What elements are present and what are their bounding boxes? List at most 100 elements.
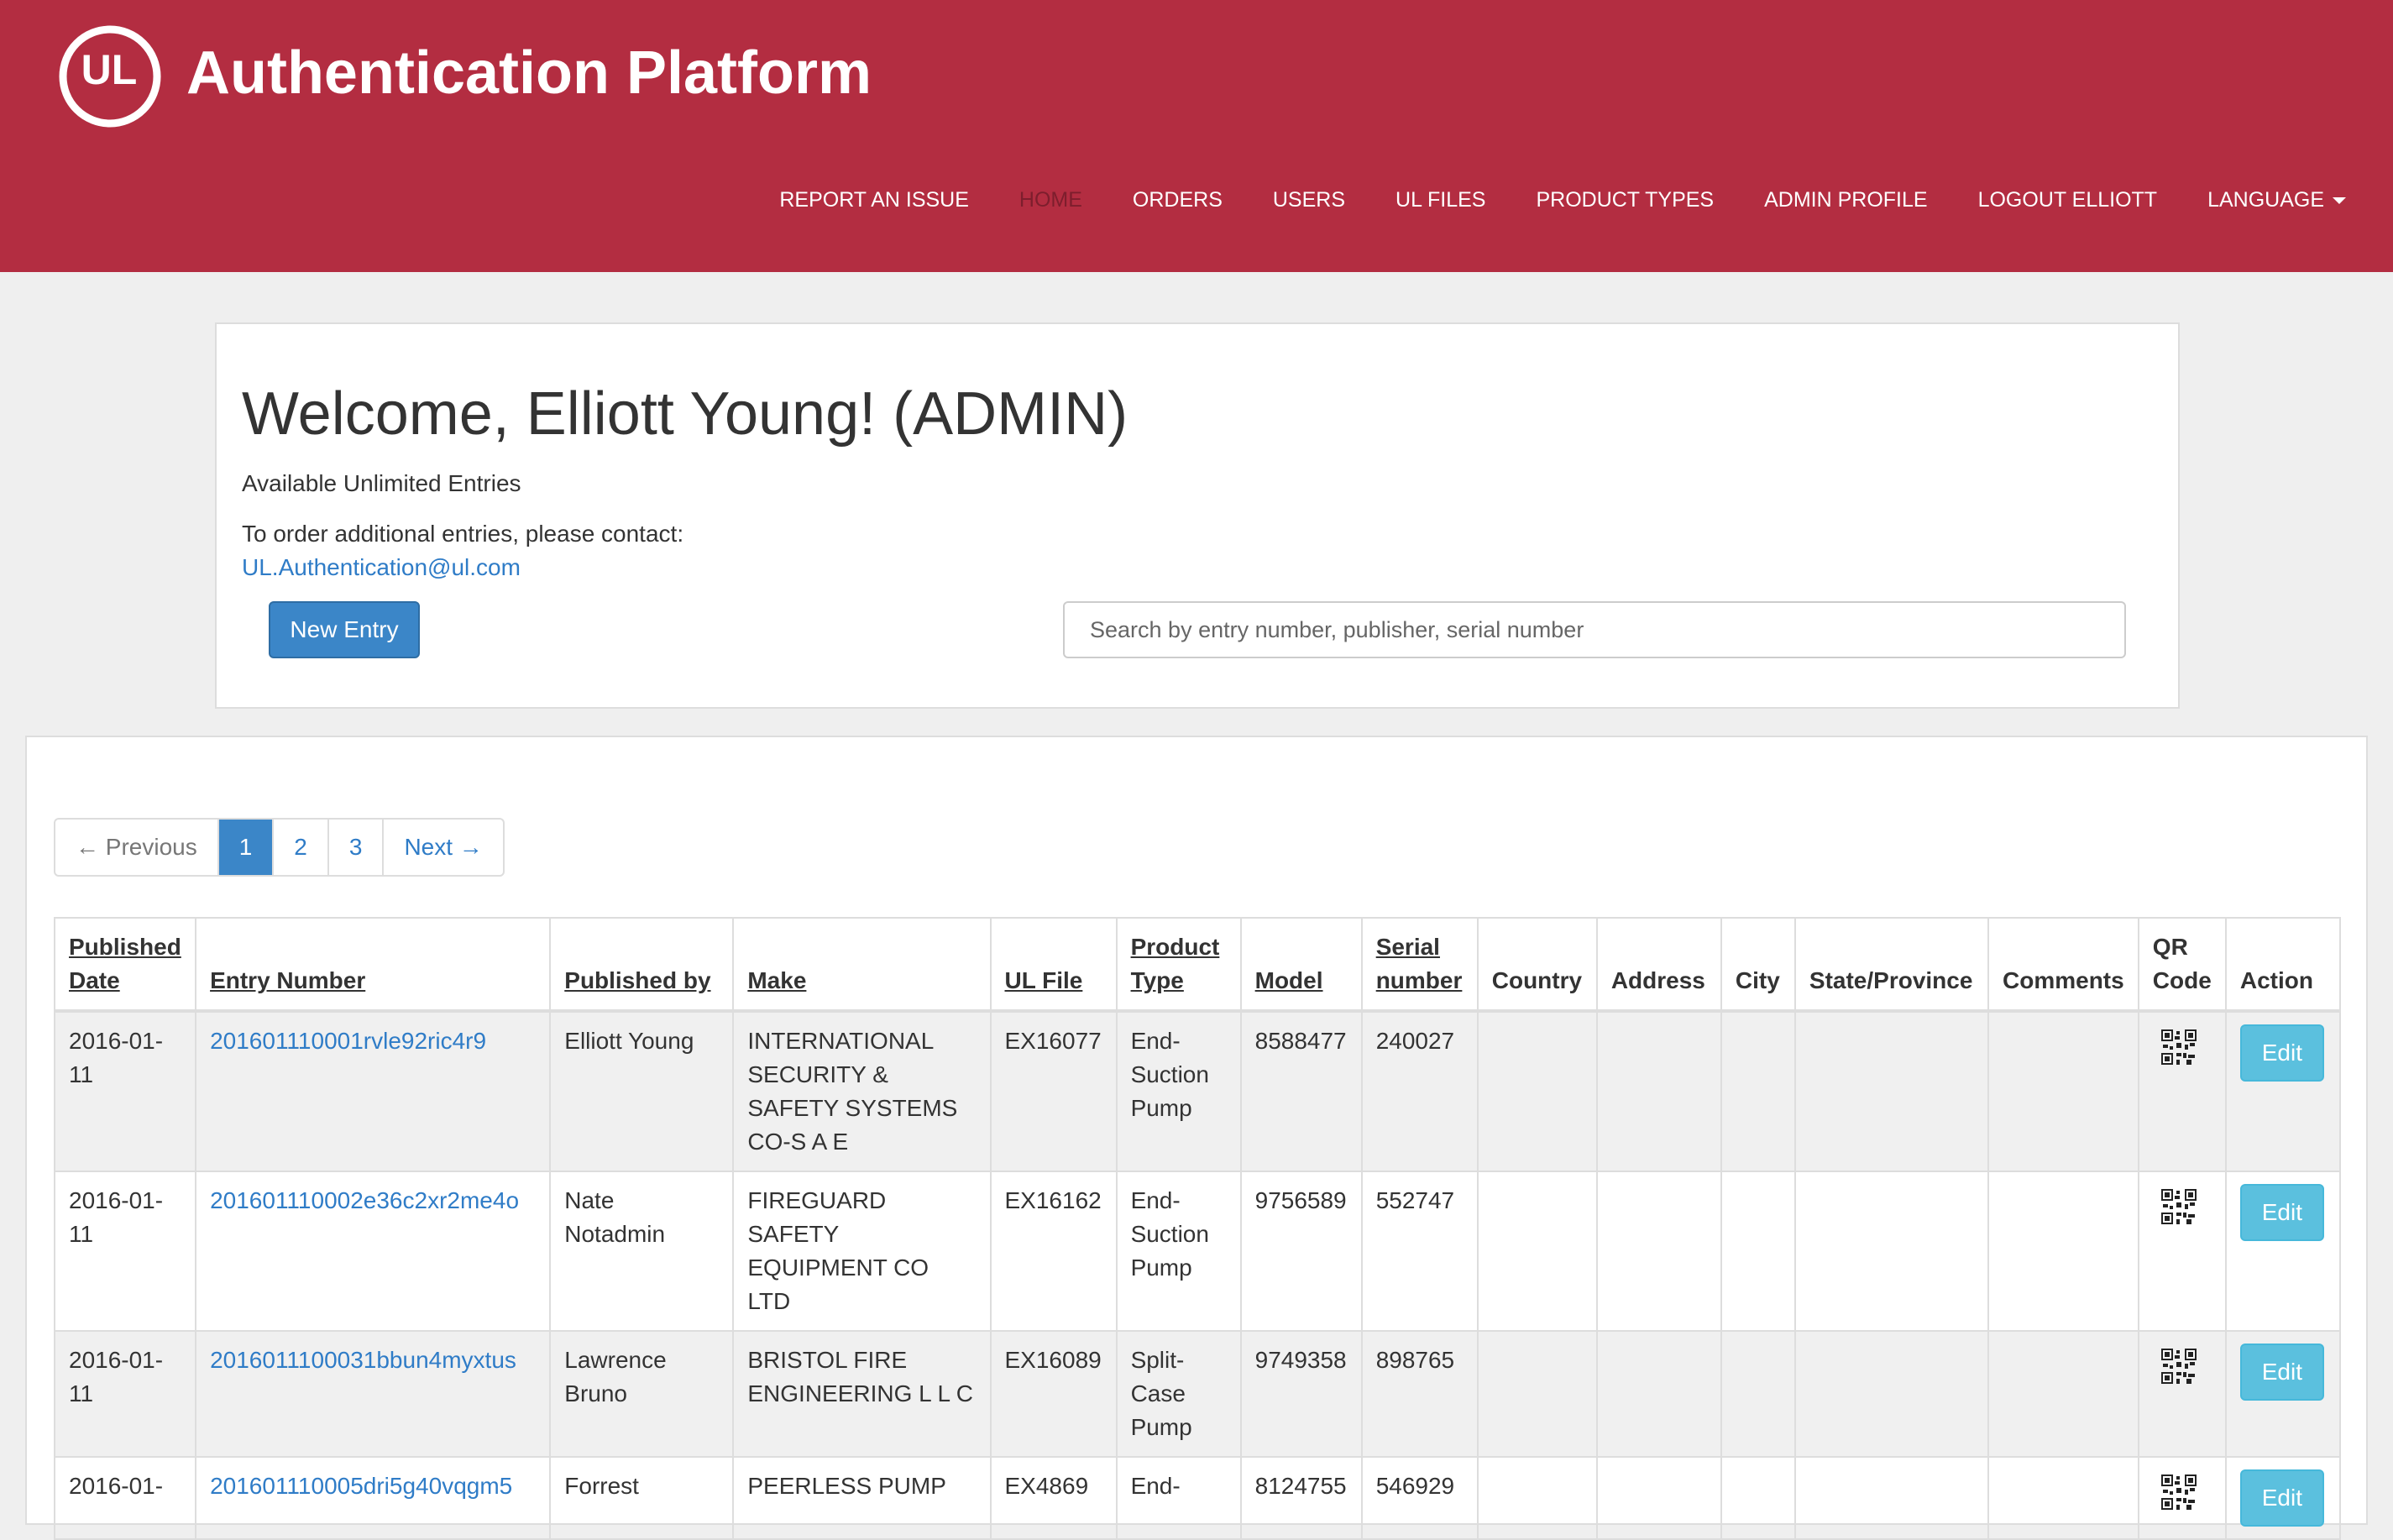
cell-action: Edit	[2224, 1171, 2342, 1332]
nav-item-report-an-issue[interactable]: REPORT AN ISSUE	[779, 188, 969, 212]
cell-country	[1476, 1171, 1598, 1332]
ul-logo-icon[interactable]: UL	[59, 25, 161, 128]
nav-item-users[interactable]: USERS	[1273, 188, 1345, 212]
qr-code-icon[interactable]	[2160, 1475, 2197, 1510]
cell-city	[1720, 1010, 1796, 1172]
edit-button[interactable]: Edit	[2239, 1024, 2324, 1082]
cell-published-by: Lawrence Bruno	[549, 1330, 735, 1458]
edit-button[interactable]: Edit	[2239, 1184, 2324, 1241]
column-header-serial-number[interactable]: Serial number	[1360, 917, 1479, 1013]
column-header-published-date[interactable]: Published Date	[53, 917, 197, 1013]
column-header-entry-number[interactable]: Entry Number	[195, 917, 552, 1013]
entry-number-link[interactable]: 201601110002e36c2xr2me4o	[210, 1187, 519, 1213]
column-header-label: Comments	[2003, 967, 2124, 993]
column-header-make[interactable]: Make	[732, 917, 992, 1013]
cell-ul-file: EX16077	[989, 1010, 1118, 1172]
cell-serial-number: 546929	[1360, 1456, 1479, 1540]
cell-make: PEERLESS PUMP	[732, 1456, 992, 1540]
cell-entry-number: 201601110002e36c2xr2me4o	[195, 1171, 552, 1332]
nav-item-label: USERS	[1272, 188, 1346, 212]
entry-number-link[interactable]: 2016011100031bbun4myxtus	[210, 1347, 516, 1373]
column-header-state-province: State/Province	[1793, 917, 1990, 1013]
page-3-button[interactable]: 3	[327, 820, 383, 875]
cell-action: Edit	[2224, 1456, 2342, 1540]
welcome-panel: Welcome, Elliott Young! (ADMIN) Availabl…	[215, 322, 2180, 709]
cell-entry-number: 201601110001rvle92ric4r9	[195, 1010, 552, 1172]
entries-panel: ← Previous 1 2 3 Next → Published Date En…	[25, 736, 2368, 1540]
entry-number-link[interactable]: 201601110001rvle92ric4r9	[210, 1028, 486, 1054]
column-header-label: Address	[1610, 967, 1705, 993]
cell-model: 9749358	[1239, 1330, 1363, 1458]
cell-published-by: Nate Notadmin	[549, 1171, 735, 1332]
column-header-label: Model	[1254, 967, 1323, 993]
cell-model: 9756589	[1239, 1171, 1363, 1332]
qr-code-icon[interactable]	[2160, 1189, 2197, 1224]
column-header-product-type[interactable]: Product Type	[1115, 917, 1242, 1013]
nav-item-admin-profile[interactable]: ADMIN PROFILE	[1764, 188, 1927, 212]
nav-item-logout-elliott[interactable]: LOGOUT ELLIOTT	[1978, 188, 2157, 212]
top-header: UL Authentication Platform REPORT AN ISS…	[0, 0, 2393, 272]
nav-item-language[interactable]: LANGUAGE	[2207, 188, 2346, 212]
cell-action: Edit	[2224, 1330, 2342, 1458]
contact-email-link[interactable]: UL.Authentication@ul.com	[242, 554, 521, 581]
cell-entry-number: 2016011100031bbun4myxtus	[195, 1330, 552, 1458]
cell-qr-code	[2137, 1330, 2227, 1458]
entry-number-link[interactable]: 201601110005dri5g40vqgm5	[210, 1473, 512, 1499]
column-header-label: Published Date	[69, 934, 181, 993]
contact-text: To order additional entries, please cont…	[242, 521, 684, 547]
cell-country	[1476, 1010, 1598, 1172]
cell-address	[1595, 1171, 1722, 1332]
cell-comments	[1987, 1010, 2139, 1172]
new-entry-button[interactable]: New Entry	[269, 601, 420, 658]
nav-item-label: HOME	[1018, 188, 1082, 212]
cell-qr-code	[2137, 1456, 2227, 1540]
column-header-published-by[interactable]: Published by	[549, 917, 735, 1013]
cell-city	[1720, 1456, 1796, 1540]
nav-item-ul-files[interactable]: UL FILES	[1395, 188, 1485, 212]
cell-product-type: Split-Case Pump	[1115, 1330, 1242, 1458]
column-header-label: Make	[747, 967, 807, 993]
cell-serial-number: 898765	[1360, 1330, 1479, 1458]
column-header-label: Published by	[564, 967, 711, 993]
cell-state	[1793, 1171, 1990, 1332]
edit-button[interactable]: Edit	[2239, 1469, 2324, 1527]
search-input[interactable]	[1063, 601, 2126, 658]
nav-item-label: PRODUCT TYPES	[1536, 188, 1715, 212]
nav-item-label: LOGOUT ELLIOTT	[1977, 188, 2158, 212]
page-1-button[interactable]: 1	[217, 820, 273, 875]
cell-entry-number: 201601110005dri5g40vqgm5	[195, 1456, 552, 1540]
cell-comments	[1987, 1330, 2139, 1458]
entries-table: Published Date Entry Number Published by Ma…	[53, 917, 2342, 1540]
cell-published-by: Elliott Young	[549, 1010, 735, 1172]
column-header-label: Action	[2239, 967, 2313, 993]
next-page-button[interactable]: Next →	[382, 820, 502, 875]
nav-item-product-types[interactable]: PRODUCT TYPES	[1536, 188, 1714, 212]
column-header-city: City	[1720, 917, 1796, 1013]
cell-address	[1595, 1010, 1722, 1172]
qr-code-icon[interactable]	[2160, 1029, 2197, 1065]
previous-page-button[interactable]: ← Previous	[55, 820, 217, 875]
app-title[interactable]: Authentication Platform	[186, 39, 872, 107]
table-row: 2016-01-11 2016011100031bbun4myxtus Lawren…	[53, 1330, 2342, 1458]
column-header-ul-file[interactable]: UL File	[989, 917, 1118, 1013]
cell-product-type: End-	[1115, 1456, 1242, 1540]
table-header-row: Published Date Entry Number Published by Ma…	[53, 917, 2342, 1013]
cell-model: 8124755	[1239, 1456, 1363, 1540]
page-2-button[interactable]: 2	[272, 820, 327, 875]
cell-country	[1476, 1456, 1598, 1540]
column-header-model[interactable]: Model	[1239, 917, 1363, 1013]
cell-state	[1793, 1010, 1990, 1172]
table-row: 2016-01-11 201601110002e36c2xr2me4o Nate N…	[53, 1171, 2342, 1332]
welcome-heading: Welcome, Elliott Young! (ADMIN)	[242, 380, 1128, 448]
nav-item-label: REPORT AN ISSUE	[779, 188, 969, 212]
cell-make: BRISTOL FIRE ENGINEERING L L C	[732, 1330, 992, 1458]
available-entries-text: Available Unlimited Entries	[242, 470, 521, 496]
cell-state	[1793, 1330, 1990, 1458]
qr-code-icon[interactable]	[2160, 1349, 2197, 1384]
edit-button[interactable]: Edit	[2239, 1344, 2324, 1401]
column-header-comments: Comments	[1987, 917, 2139, 1013]
nav-item-home[interactable]: HOME	[1019, 188, 1082, 212]
nav-item-orders[interactable]: ORDERS	[1133, 188, 1223, 212]
cell-ul-file: EX4869	[989, 1456, 1118, 1540]
cell-published-date: 2016-01-11	[53, 1330, 197, 1458]
